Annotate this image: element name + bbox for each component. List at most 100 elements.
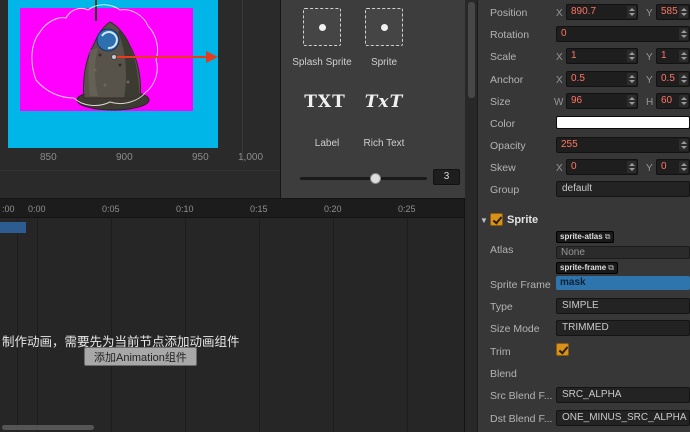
sprite-frame-label: Sprite Frame <box>490 279 551 291</box>
spinner[interactable] <box>627 161 636 173</box>
spinner[interactable] <box>627 95 636 107</box>
src-blend-select[interactable]: SRC_ALPHA <box>556 387 690 403</box>
skew-x-input[interactable]: 0 <box>566 159 638 175</box>
dst-blend-select[interactable]: ONE_MINUS_SRC_ALPHA <box>556 410 690 426</box>
spinner[interactable] <box>679 139 688 151</box>
slider-value-input[interactable]: 3 <box>433 169 460 185</box>
spinner[interactable] <box>627 50 636 62</box>
opacity-label: Opacity <box>490 140 526 152</box>
sprite-icon <box>381 24 388 31</box>
ruler-label: 850 <box>40 152 57 163</box>
size-label: Size <box>490 96 511 108</box>
sprite-atlas-tag[interactable]: sprite-atlas ⧉ <box>556 231 615 243</box>
sprite-frame-value-field[interactable]: mask <box>556 276 690 290</box>
anchor-label: Anchor <box>490 74 524 86</box>
axis-label-y: Y <box>646 52 653 63</box>
sprite-icon <box>319 24 326 31</box>
add-node-palette: Splash Sprite Sprite TXT TxT Label Rich … <box>281 0 465 199</box>
spinner[interactable] <box>679 28 688 40</box>
sprite-button[interactable] <box>365 8 403 46</box>
spinner[interactable] <box>679 95 688 107</box>
sprite-component-checkbox[interactable] <box>490 213 503 226</box>
src-blend-label: Src Blend F... <box>490 390 553 402</box>
statue-sprite[interactable] <box>76 21 150 111</box>
ruler-label: 950 <box>192 152 209 163</box>
time-label: 0:00 <box>28 204 46 214</box>
dst-blend-label: Dst Blend F... <box>490 413 553 425</box>
trim-checkbox[interactable] <box>556 343 569 356</box>
horizontal-scrollbar[interactable] <box>2 425 94 430</box>
sprite-label: Sprite <box>370 57 398 68</box>
axis-label-y: Y <box>646 163 653 174</box>
spinner[interactable] <box>679 6 688 18</box>
ruler-label: 1,000 <box>238 152 264 163</box>
spinner[interactable] <box>679 73 688 85</box>
sprite-frame-tag[interactable]: sprite-frame ⧉ <box>556 262 618 274</box>
trim-label: Trim <box>490 346 511 358</box>
animation-timeline-panel[interactable]: :00 0:00 0:05 0:10 0:15 0:20 0:25 制作动画，需… <box>0 199 465 432</box>
panel-divider <box>465 0 478 432</box>
label-button[interactable]: TXT <box>303 92 347 112</box>
timeline-selection-bar[interactable] <box>0 222 26 233</box>
rotation-label: Rotation <box>490 29 530 41</box>
skew-y-input[interactable]: 0 <box>656 159 690 175</box>
scene-sprite-gizmo-overlay[interactable] <box>0 0 281 198</box>
type-select[interactable]: SIMPLE <box>556 298 690 314</box>
size-mode-label: Size Mode <box>490 323 540 335</box>
time-label: 0:15 <box>250 204 268 214</box>
group-select[interactable]: default <box>556 181 690 197</box>
scale-label: Scale <box>490 51 517 63</box>
splash-sprite-label: Splash Sprite <box>292 57 352 68</box>
time-label: 0:10 <box>176 204 194 214</box>
sprite-section-title: Sprite <box>507 214 539 226</box>
rotation-input[interactable]: 0 <box>556 26 690 42</box>
slider-handle[interactable] <box>370 173 381 184</box>
ruler-label: 900 <box>116 152 133 163</box>
spinner[interactable] <box>679 50 688 62</box>
position-x-input[interactable]: 890.7 <box>566 4 638 20</box>
anchor-x-input[interactable]: 0.5 <box>566 71 638 87</box>
timeline-ruler[interactable]: :00 0:00 0:05 0:10 0:15 0:20 0:25 <box>0 199 464 218</box>
time-label: 0:05 <box>102 204 120 214</box>
spinner[interactable] <box>627 73 636 85</box>
type-label: Type <box>490 301 513 313</box>
axis-label-x: X <box>556 163 563 174</box>
position-y-input[interactable]: 585 <box>656 4 690 20</box>
scale-y-input[interactable]: 1 <box>656 48 690 64</box>
color-label: Color <box>490 118 516 130</box>
vertical-scrollbar[interactable] <box>468 2 475 98</box>
group-label: Group <box>490 184 520 196</box>
position-label: Position <box>490 7 528 19</box>
blend-label: Blend <box>490 368 517 380</box>
collapse-arrow-icon[interactable]: ▼ <box>480 216 488 225</box>
axis-label-x: X <box>556 75 563 86</box>
scale-x-input[interactable]: 1 <box>566 48 638 64</box>
anchor-y-input[interactable]: 0.5 <box>656 71 690 87</box>
opacity-input[interactable]: 255 <box>556 137 690 153</box>
scene-view[interactable]: 850 900 950 1,000 <box>0 0 281 199</box>
rich-text-button[interactable]: TxT <box>362 92 406 112</box>
time-label: 0:20 <box>324 204 342 214</box>
atlas-value-field[interactable]: None <box>556 246 690 259</box>
size-mode-select[interactable]: TRIMMED <box>556 320 690 336</box>
size-h-input[interactable]: 60 <box>656 93 690 109</box>
time-label: :00 <box>2 204 15 214</box>
spinner[interactable] <box>679 161 688 173</box>
time-label: 0:25 <box>398 204 416 214</box>
axis-label-w: W <box>554 97 564 108</box>
slider-track[interactable] <box>300 173 427 184</box>
color-swatch[interactable] <box>556 116 690 129</box>
axis-label-h: H <box>646 97 654 108</box>
label-label: Label <box>314 138 340 149</box>
atlas-label: Atlas <box>490 244 514 256</box>
external-link-icon[interactable]: ⧉ <box>605 232 611 241</box>
grid-line-1000 <box>242 0 243 162</box>
size-w-input[interactable]: 96 <box>566 93 638 109</box>
timeline-grid[interactable] <box>0 218 464 432</box>
axis-label-x: X <box>556 8 563 19</box>
splash-sprite-button[interactable] <box>303 8 341 46</box>
external-link-icon[interactable]: ⧉ <box>608 263 614 272</box>
add-animation-component-button[interactable]: 添加Animation组件 <box>84 347 197 366</box>
spinner[interactable] <box>627 6 636 18</box>
rich-text-label: Rich Text <box>363 138 405 149</box>
